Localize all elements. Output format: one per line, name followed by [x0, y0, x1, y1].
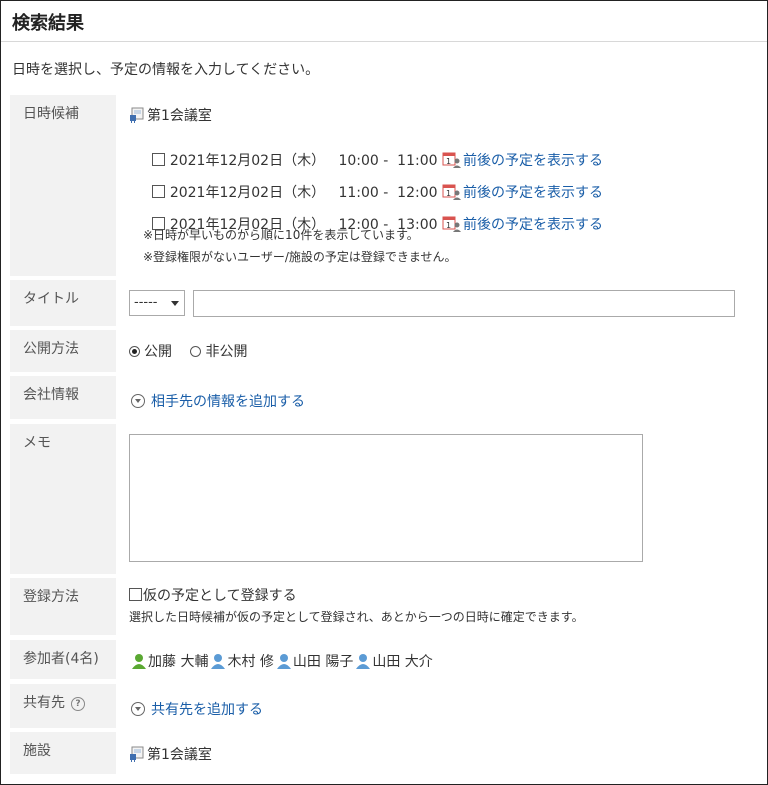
- slot-checkbox[interactable]: [151, 153, 165, 166]
- registration-hint: 選択した日時候補が仮の予定として登録され、あとから一つの日時に確定できます。: [129, 610, 584, 624]
- svg-text:1: 1: [446, 157, 451, 166]
- title-label: タイトル: [10, 280, 116, 326]
- user-icon: [211, 654, 226, 669]
- tentative-option: 仮の予定として登録する: [129, 585, 297, 605]
- company-label: 会社情報: [10, 376, 116, 419]
- title-prefix-value: -----: [134, 295, 158, 310]
- title-label-text: タイトル: [23, 291, 79, 307]
- calendar-people-icon: 1: [442, 216, 461, 232]
- participant-name: 木村 修: [227, 654, 274, 670]
- participant: 加藤 大輔: [131, 654, 208, 670]
- add-share-link[interactable]: 共有先を追加する: [151, 702, 263, 718]
- candidate-facility-name: 第1会議室: [147, 108, 212, 124]
- participants-list: 加藤 大輔 木村 修 山田 陽子 山田 大介: [131, 651, 435, 671]
- candidate-note: ※日時が早いものから順に10件を表示しています。: [143, 228, 419, 242]
- participants-label-text: 参加者(4名): [23, 651, 99, 667]
- participant-name: 山田 陽子: [292, 654, 354, 670]
- memo-label-text: メモ: [23, 435, 51, 451]
- help-icon[interactable]: ?: [71, 697, 85, 711]
- memo-textarea[interactable]: [129, 434, 643, 562]
- title-prefix-select[interactable]: -----: [129, 290, 185, 316]
- registration-label: 登録方法: [10, 578, 116, 635]
- facility-icon: [130, 746, 144, 762]
- facility-label: 施設: [10, 732, 116, 774]
- chevron-down-icon: [171, 301, 179, 306]
- share-label: 共有先?: [10, 684, 116, 728]
- participant: 木村 修: [210, 654, 274, 670]
- private-radio[interactable]: [190, 346, 202, 357]
- facility-name: 第1会議室: [147, 747, 212, 763]
- user-icon: [132, 654, 146, 669]
- participant-name: 加藤 大輔: [148, 654, 209, 670]
- facility-icon: [130, 107, 144, 123]
- tentative-checkbox[interactable]: [129, 588, 142, 601]
- candidate-facility: 第1会議室: [129, 105, 212, 125]
- visibility-label: 公開方法: [10, 330, 116, 372]
- participant-name: 山田 大介: [372, 654, 433, 670]
- private-radio-label[interactable]: 非公開: [205, 344, 247, 360]
- company-label-text: 会社情報: [23, 387, 79, 403]
- tentative-checkbox-label[interactable]: 仮の予定として登録する: [143, 588, 297, 604]
- expand-circle-icon[interactable]: [131, 702, 145, 716]
- public-radio-label[interactable]: 公開: [144, 344, 172, 360]
- svg-text:1: 1: [446, 221, 451, 230]
- expand-circle-icon[interactable]: [131, 394, 145, 408]
- public-radio[interactable]: [129, 346, 140, 357]
- visibility-label-text: 公開方法: [23, 341, 79, 357]
- participant: 山田 陽子: [276, 654, 353, 670]
- title-input[interactable]: [193, 290, 735, 317]
- schedule-form-window: 検索結果 日時を選択し、予定の情報を入力してください。 日時候補 第1会議室 2…: [0, 0, 768, 785]
- facility-label-text: 施設: [23, 743, 51, 759]
- participants-label: 参加者(4名): [10, 640, 116, 679]
- company-expand[interactable]: 相手先の情報を追加する: [131, 391, 305, 411]
- svg-text:1: 1: [446, 189, 451, 198]
- registration-label-text: 登録方法: [23, 589, 79, 605]
- title-divider: [1, 41, 767, 42]
- candidates-label-text: 日時候補: [23, 106, 79, 122]
- participant: 山田 大介: [355, 654, 433, 670]
- share-expand[interactable]: 共有先を追加する: [131, 699, 263, 719]
- candidates-label: 日時候補: [10, 95, 116, 276]
- user-icon: [356, 654, 371, 669]
- visibility-options: 公開 非公開: [129, 341, 247, 361]
- user-icon: [276, 654, 291, 669]
- slot-checkbox[interactable]: [151, 185, 165, 198]
- candidate-note: ※登録権限がないユーザー/施設の予定は登録できません。: [143, 250, 457, 264]
- add-company-info-link[interactable]: 相手先の情報を追加する: [151, 394, 305, 410]
- facility-value: 第1会議室: [129, 744, 212, 764]
- share-label-text: 共有先: [23, 695, 65, 711]
- show-surrounding-link[interactable]: 前後の予定を表示する: [463, 217, 603, 233]
- page-title: 検索結果: [12, 13, 84, 34]
- instruction-text: 日時を選択し、予定の情報を入力してください。: [12, 62, 320, 78]
- memo-label: メモ: [10, 424, 116, 574]
